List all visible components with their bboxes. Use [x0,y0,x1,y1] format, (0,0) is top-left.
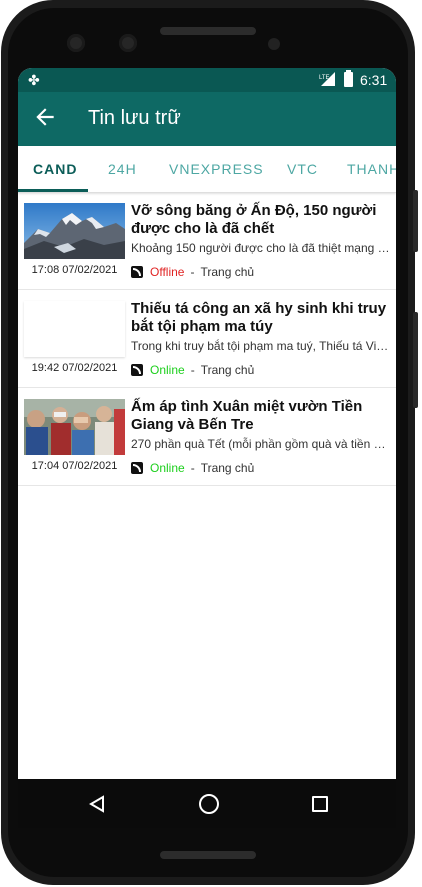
front-camera-left [67,34,85,52]
system-nav-bar [18,779,396,828]
rss-icon [131,266,143,278]
status-badge: Online [150,461,185,475]
meta-separator: - [190,265,195,279]
tab-24h[interactable]: 24H [108,161,137,177]
list-item[interactable]: 17:04 07/02/2021 Ấm áp tình Xuân miệt vư… [18,388,396,486]
nav-home-icon[interactable] [199,794,219,814]
bottom-speaker [160,851,256,859]
article-date: 17:08 07/02/2021 [31,264,118,276]
app-bar: Tin lưu trữ [18,92,396,146]
article-category: Trang chủ [200,265,255,279]
tab-vnexpress[interactable]: VNEXPRESS [169,161,264,177]
tab-thanh[interactable]: THANH [347,161,396,177]
meta-separator: - [190,461,195,475]
article-meta: Online - Trang chủ [131,363,254,377]
status-bar: ✤ LTE 6:31 [18,68,396,92]
tab-cand[interactable]: CAND [33,161,77,177]
status-badge: Online [150,363,185,377]
list-item[interactable]: 17:08 07/02/2021 Vỡ sông băng ở Ấn Độ, 1… [18,192,396,290]
article-thumbnail [24,301,125,357]
tab-vtc[interactable]: VTC [287,161,318,177]
lte-signal-icon: LTE [319,72,335,86]
article-category: Trang chủ [200,461,255,475]
app-screen: ✤ LTE 6:31 Tin lưu trữ CAND 24H VNEXPRES… [18,68,396,828]
proximity-sensor [268,38,280,50]
clock: 6:31 [360,72,388,88]
pinwheel-icon: ✤ [28,72,40,88]
article-title: Vỡ sông băng ở Ấn Độ, 150 người được cho… [131,202,377,237]
article-summary: Khoảng 150 người được cho là đã thiệt mạ… [131,241,391,255]
article-list: 17:08 07/02/2021 Vỡ sông băng ở Ấn Độ, 1… [18,192,396,486]
meta-separator: - [190,363,195,377]
arrow-left-icon[interactable] [32,104,58,130]
volume-button [413,190,418,252]
article-date: 17:04 07/02/2021 [31,460,118,472]
top-speaker [160,27,256,35]
article-title: Thiếu tá công an xã hy sinh khi truy bắt… [131,300,387,335]
page-title: Tin lưu trữ [88,107,181,129]
article-date: 19:42 07/02/2021 [31,362,118,374]
article-meta: Offline - Trang chủ [131,265,254,279]
battery-icon [344,70,353,87]
list-item[interactable]: 19:42 07/02/2021 Thiếu tá công an xã hy … [18,290,396,388]
article-meta: Online - Trang chủ [131,461,254,475]
article-category: Trang chủ [200,363,255,377]
rss-icon [131,462,143,474]
article-summary: 270 phần quà Tết (mỗi phần gồm quà và ti… [131,437,391,451]
tab-bar: CAND 24H VNEXPRESS VTC THANH [18,146,396,193]
front-camera-right [119,34,137,52]
article-title: Ấm áp tình Xuân miệt vườn Tiền Giang và … [131,398,363,433]
rss-icon [131,364,143,376]
svg-text:LTE: LTE [319,75,330,81]
nav-recents-icon[interactable] [312,796,328,812]
power-button [413,312,418,408]
article-thumbnail [24,399,125,455]
article-thumbnail [24,203,125,259]
status-badge: Offline [150,265,185,279]
article-summary: Trong khi truy bắt tội phạm ma tuý, Thiế… [131,339,391,353]
nav-back-icon[interactable] [88,795,106,813]
